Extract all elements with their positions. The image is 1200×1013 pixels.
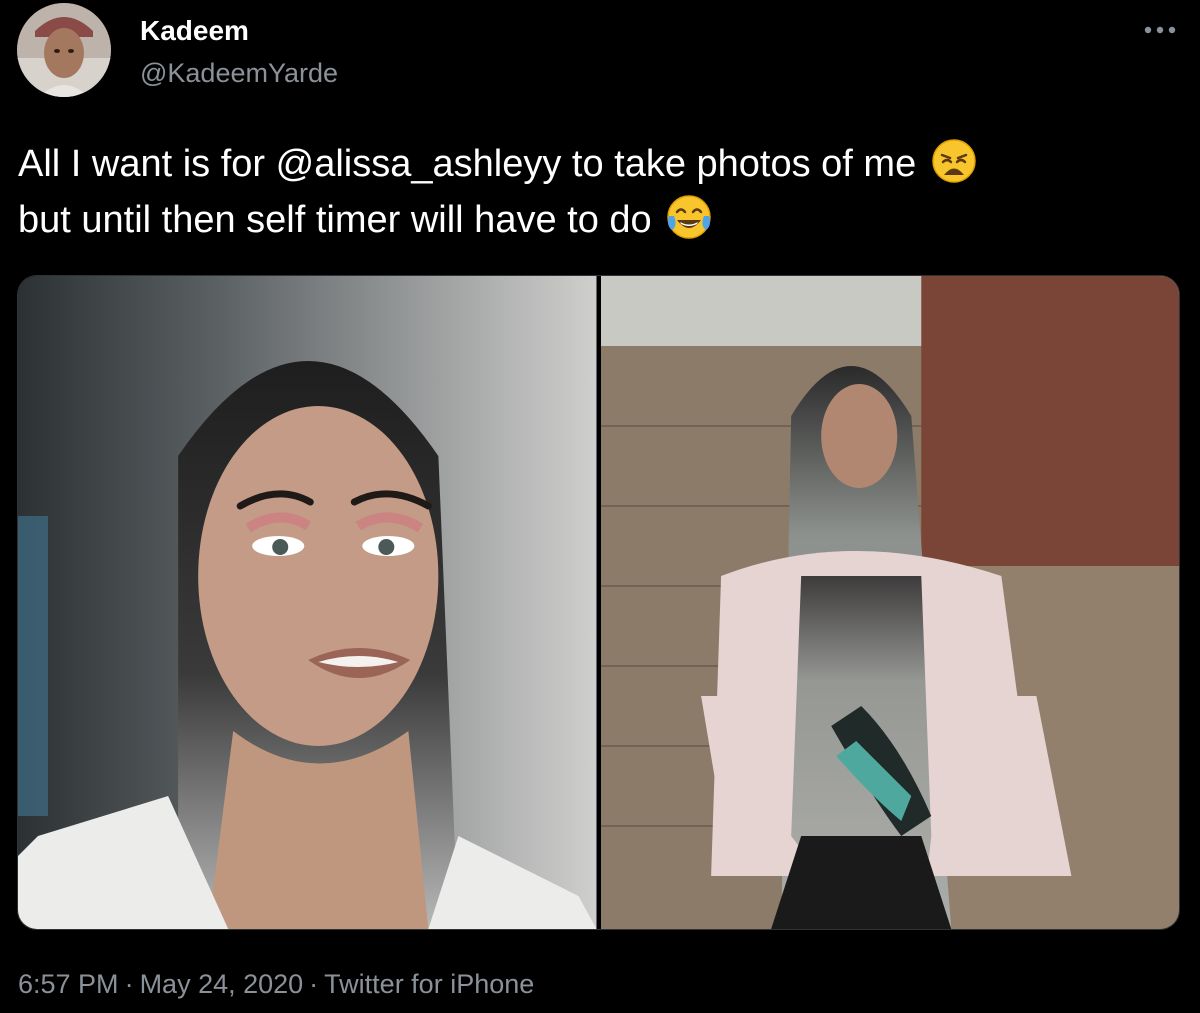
tweet-text-line-2-text: but until then self timer will have to d… xyxy=(18,199,652,241)
tweet-text-line-1-text: All I want is for @alissa_ashleyy to tak… xyxy=(18,143,917,185)
weary-face-emoji-icon xyxy=(932,139,976,183)
face-with-tears-of-joy-emoji-icon xyxy=(667,195,711,239)
photo-2[interactable] xyxy=(600,276,1179,929)
meta-separator: · xyxy=(309,969,319,999)
tweet-date[interactable]: May 24, 2020 xyxy=(140,966,304,1002)
meta-separator: · xyxy=(124,969,134,999)
author-handle[interactable]: @KadeemYarde xyxy=(140,56,338,90)
tweet: Kadeem @KadeemYarde All I want is for @a… xyxy=(0,0,1200,1013)
tweet-text-line-2: but until then self timer will have to d… xyxy=(18,192,1168,248)
tweet-meta: 6:57 PM · May 24, 2020 · Twitter for iPhone xyxy=(18,966,534,1002)
tweet-time[interactable]: 6:57 PM xyxy=(18,966,119,1002)
tweet-source[interactable]: Twitter for iPhone xyxy=(324,966,534,1002)
tweet-text-line-1: All I want is for @alissa_ashleyy to tak… xyxy=(18,136,1168,192)
more-horizontal-icon xyxy=(1144,26,1176,34)
photo-1-image xyxy=(18,276,597,929)
more-button[interactable] xyxy=(1135,10,1185,50)
photo-2-image xyxy=(600,276,1179,929)
tweet-text: All I want is for @alissa_ashleyy to tak… xyxy=(18,136,1168,248)
author-name[interactable]: Kadeem xyxy=(140,14,249,48)
avatar-image xyxy=(17,3,111,97)
photo-1[interactable] xyxy=(18,276,597,929)
media-grid xyxy=(17,275,1180,930)
avatar[interactable] xyxy=(17,3,111,97)
